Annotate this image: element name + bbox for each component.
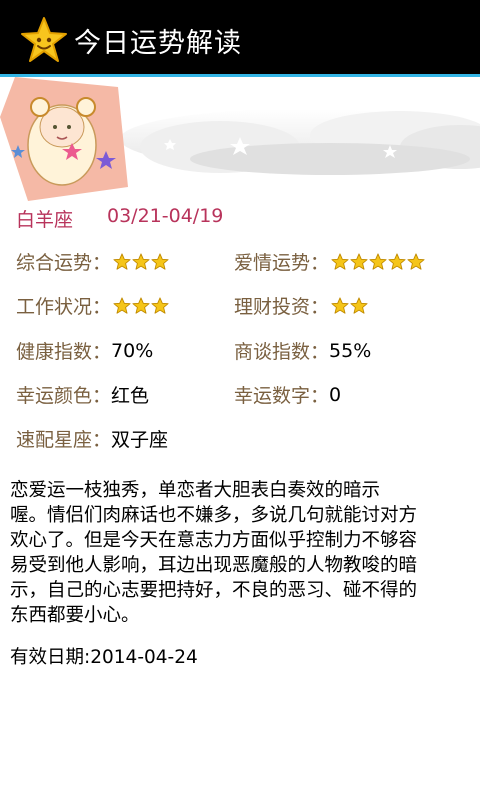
description-line: 示，自己的心志要把持好，不良的恶习、碰不得的 <box>10 580 418 601</box>
info-label: 爱情运势 <box>234 252 311 274</box>
description-line: 喔。情侣们肉麻话也不嫌多，多说几句就能讨对方 <box>10 505 418 526</box>
rating-star-icon <box>113 252 131 270</box>
info-label: 理财投资 <box>234 296 311 318</box>
info-lucky-number: 幸运数字： 0 <box>234 381 341 408</box>
rating-star-icon <box>132 252 150 270</box>
zodiac-sign-name: 白羊座 <box>16 209 74 231</box>
description-line: 欢心了。但是今天在意志力方面似乎控制力不够容 <box>10 530 418 551</box>
info-negotiation-index: 商谈指数： 55% <box>234 337 371 364</box>
info-value: 双子座 <box>111 429 169 451</box>
valid-date: 有效日期:2014-04-24 <box>10 647 198 668</box>
rating-star-icon <box>331 296 349 314</box>
rating-star-icon <box>369 252 387 270</box>
rating-star-icon <box>350 252 368 270</box>
info-value: 55% <box>329 339 372 362</box>
fortune-description: 恋爱运一枝独秀，单恋者大胆表白奏效的暗示 喔。情侣们肉麻话也不嫌多，多说几句就能… <box>10 478 472 628</box>
info-finance: 理财投资： <box>234 292 368 319</box>
rating-star-icon <box>132 296 150 314</box>
info-label: 商谈指数 <box>234 341 311 363</box>
info-overall-luck: 综合运势： <box>16 248 169 275</box>
header-banner <box>0 77 480 205</box>
info-value: 0 <box>329 383 342 406</box>
title-bar: 今日运势解读 <box>0 6 480 74</box>
rating-stars <box>113 296 169 315</box>
rating-star-icon <box>151 296 169 314</box>
rating-star-icon <box>407 252 425 270</box>
rating-star-icon <box>331 252 349 270</box>
rating-stars <box>113 252 169 271</box>
info-love-luck: 爱情运势： <box>234 248 425 275</box>
info-work-status: 工作状况： <box>16 292 169 319</box>
info-value: 红色 <box>111 385 150 407</box>
info-value: 70% <box>111 339 154 362</box>
info-label: 健康指数 <box>16 341 93 363</box>
star-face-icon[interactable] <box>20 16 68 64</box>
rating-star-icon <box>113 296 131 314</box>
description-line: 东西都要小心。 <box>10 605 140 626</box>
aries-sheep-illustration <box>0 77 128 201</box>
rating-star-icon <box>151 252 169 270</box>
info-label: 工作状况 <box>16 296 93 318</box>
rating-star-icon <box>388 252 406 270</box>
info-label: 幸运颜色 <box>16 385 93 407</box>
info-health-index: 健康指数： 70% <box>16 337 153 364</box>
info-lucky-color: 幸运颜色： 红色 <box>16 381 149 408</box>
description-line: 恋爱运一枝独秀，单恋者大胆表白奏效的暗示 <box>10 480 381 501</box>
info-label: 幸运数字 <box>234 385 311 407</box>
info-label: 速配星座 <box>16 429 93 451</box>
info-label: 综合运势 <box>16 252 93 274</box>
zodiac-date-range: 03/21-04/19 <box>107 205 224 227</box>
rating-stars <box>331 252 425 271</box>
page-title: 今日运势解读 <box>74 27 242 59</box>
info-matching-sign: 速配星座： 双子座 <box>16 425 168 452</box>
zodiac-sign-row: 白羊座 03/21-04/19 <box>16 205 223 232</box>
rating-stars <box>331 296 368 315</box>
description-line: 易受到他人影响，耳边出现恶魔般的人物教唆的暗 <box>10 555 418 576</box>
rating-star-icon <box>350 296 368 314</box>
